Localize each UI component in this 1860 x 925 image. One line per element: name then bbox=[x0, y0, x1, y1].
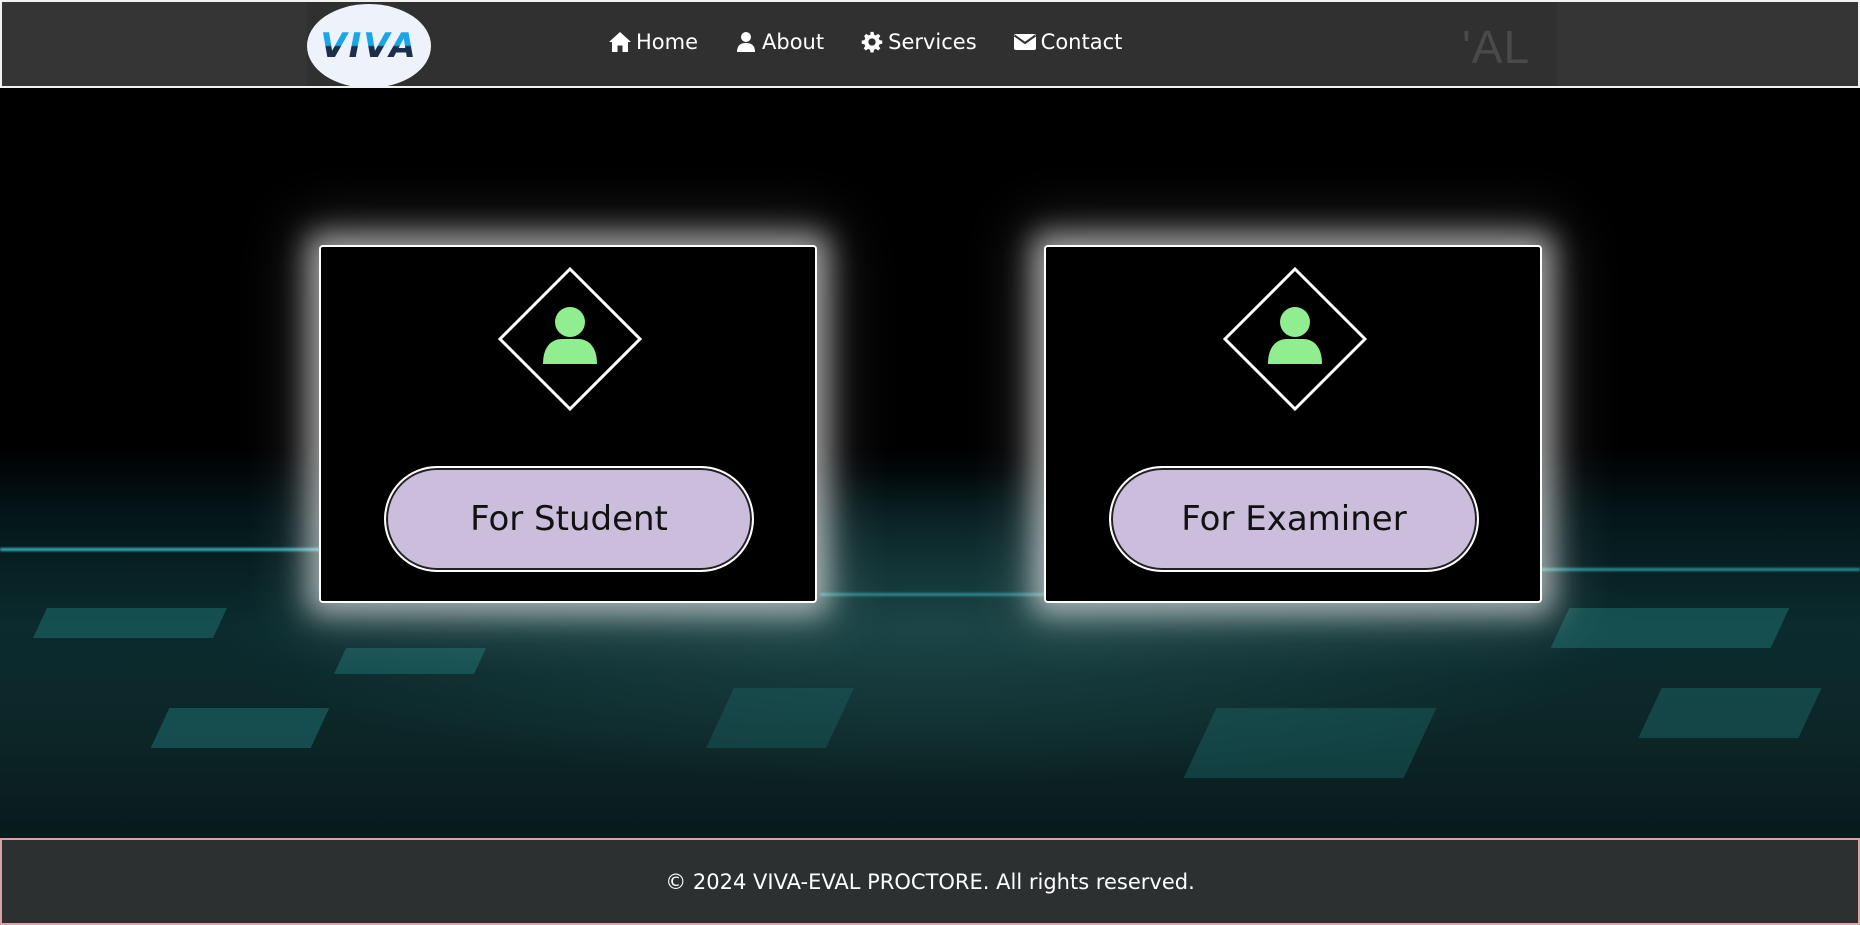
examiner-card: For Examiner bbox=[1044, 245, 1542, 603]
user-icon bbox=[734, 31, 758, 53]
user-icon bbox=[543, 307, 597, 364]
for-examiner-button[interactable]: For Examiner bbox=[1109, 466, 1479, 572]
envelope-icon bbox=[1013, 31, 1037, 53]
hero-section: For Student For Examiner bbox=[0, 88, 1860, 838]
header-ghost-text: 'AL bbox=[1462, 21, 1531, 73]
site-header: VIVA Home About Services Contact 'AL bbox=[0, 0, 1860, 88]
main-nav: Home About Services Contact bbox=[608, 30, 1158, 54]
site-logo[interactable]: VIVA bbox=[307, 4, 431, 88]
user-icon bbox=[1268, 307, 1322, 364]
copyright-text: © 2024 VIVA-EVAL PROCTORE. All rights re… bbox=[665, 869, 1195, 894]
student-avatar-badge bbox=[497, 266, 643, 412]
site-footer: © 2024 VIVA-EVAL PROCTORE. All rights re… bbox=[0, 838, 1860, 925]
nav-services-label: Services bbox=[888, 30, 977, 54]
nav-home[interactable]: Home bbox=[608, 30, 698, 54]
student-card: For Student bbox=[319, 245, 817, 603]
nav-contact[interactable]: Contact bbox=[1013, 30, 1123, 54]
home-icon bbox=[608, 31, 632, 53]
logo-text: VIVA bbox=[320, 26, 418, 66]
nav-contact-label: Contact bbox=[1040, 30, 1123, 54]
gear-icon bbox=[860, 31, 884, 53]
for-student-button[interactable]: For Student bbox=[384, 466, 754, 572]
nav-about[interactable]: About bbox=[734, 30, 824, 54]
examiner-avatar-badge bbox=[1222, 266, 1368, 412]
nav-services[interactable]: Services bbox=[860, 30, 977, 54]
nav-about-label: About bbox=[762, 30, 825, 54]
nav-home-label: Home bbox=[636, 30, 699, 54]
